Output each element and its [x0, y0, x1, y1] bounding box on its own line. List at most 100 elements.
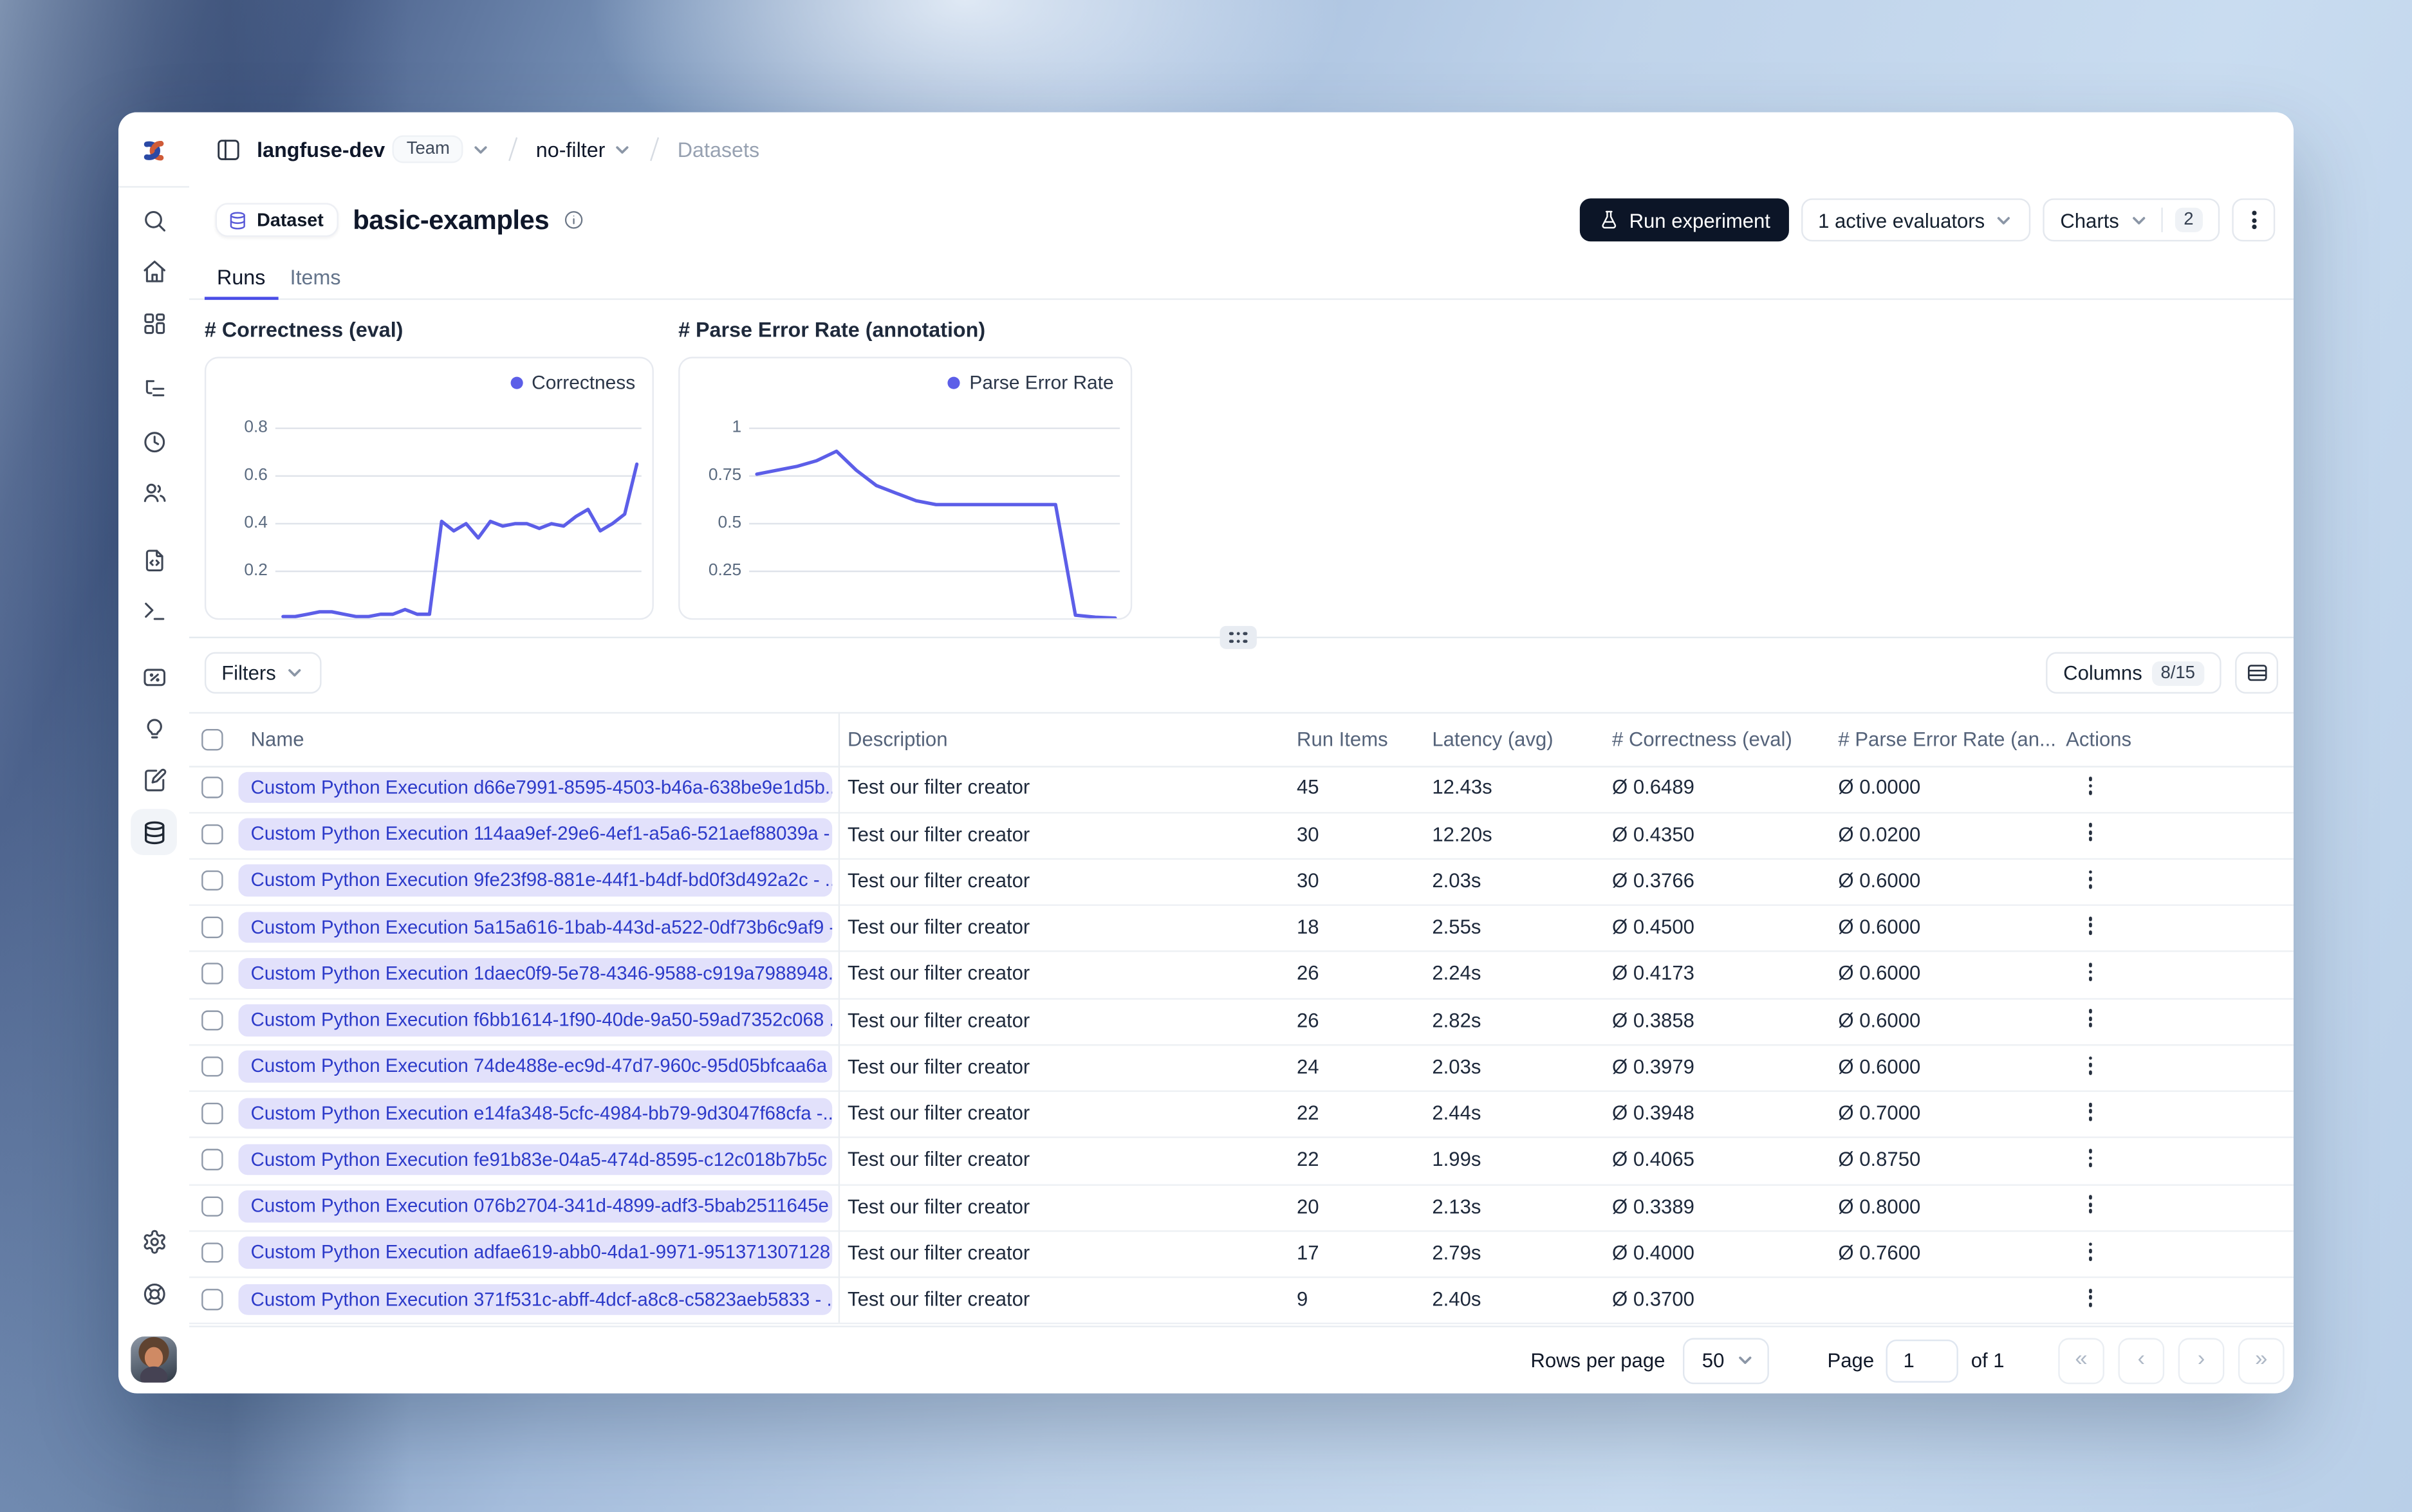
previous-page-button[interactable]: ‹: [2118, 1337, 2165, 1384]
first-page-button[interactable]: «: [2058, 1337, 2104, 1384]
row-actions-button[interactable]: [2078, 820, 2102, 844]
columns-button[interactable]: Columns 8/15: [2046, 652, 2222, 694]
charts-toggle-button[interactable]: Charts 2: [2043, 198, 2220, 242]
sidebar-item-evaluation[interactable]: [135, 658, 172, 695]
row-checkbox[interactable]: [201, 1289, 223, 1310]
select-all-checkbox[interactable]: [201, 729, 223, 750]
row-actions-button[interactable]: [2078, 1286, 2102, 1309]
run-name-link[interactable]: Custom Python Execution f6bb1614-1f90-40…: [238, 1004, 833, 1037]
y-axis-tick-label: 0.25: [708, 560, 742, 579]
page-number-input[interactable]: [1886, 1338, 1959, 1382]
sidebar-item-sessions[interactable]: [135, 423, 172, 459]
sidebar-item-settings[interactable]: [135, 1222, 172, 1259]
sidebar-item-tracing[interactable]: [135, 371, 172, 407]
column-header-latency: Latency (avg): [1432, 727, 1554, 751]
latency-value: 12.43s: [1432, 775, 1492, 799]
last-page-button[interactable]: »: [2238, 1337, 2285, 1384]
run-description: Test our filter creator: [848, 1008, 1030, 1031]
column-header-actions: Actions: [2066, 727, 2132, 751]
table-header-row: Name Description Run Items Latency (avg)…: [189, 712, 2294, 768]
y-axis-tick-label: 0.2: [244, 560, 268, 579]
sidebar-collapse-icon[interactable]: [216, 136, 242, 163]
sidebar-item-users[interactable]: [135, 474, 172, 510]
row-checkbox[interactable]: [201, 1056, 223, 1077]
row-checkbox[interactable]: [201, 777, 223, 798]
row-actions-button[interactable]: [2078, 867, 2102, 891]
run-name-link[interactable]: Custom Python Execution 076b2704-341d-48…: [238, 1190, 833, 1222]
sidebar-item-prompts[interactable]: [135, 541, 172, 578]
sidebar-item-playground[interactable]: [135, 592, 172, 629]
row-actions-button[interactable]: [2078, 1100, 2102, 1123]
row-actions-button[interactable]: [2078, 1239, 2102, 1263]
parse-error-value: Ø 0.6000: [1838, 1008, 1921, 1031]
filters-button[interactable]: Filters: [204, 652, 322, 694]
row-checkbox[interactable]: [201, 870, 223, 891]
sidebar-item-search[interactable]: [135, 201, 172, 238]
active-evaluators-button[interactable]: 1 active evaluators: [1801, 198, 2031, 242]
row-actions-button[interactable]: [2078, 1006, 2102, 1030]
run-name-link[interactable]: Custom Python Execution 371f531c-abff-4d…: [238, 1283, 833, 1315]
row-checkbox[interactable]: [201, 1195, 223, 1217]
sidebar-item-support[interactable]: [135, 1275, 172, 1312]
row-checkbox[interactable]: [201, 824, 223, 845]
name-column-divider: [838, 712, 840, 1323]
row-checkbox[interactable]: [201, 1102, 223, 1124]
row-actions-button[interactable]: [2078, 914, 2102, 937]
langfuse-logo-icon[interactable]: [138, 138, 169, 163]
user-avatar[interactable]: [131, 1336, 177, 1383]
next-page-button[interactable]: ›: [2178, 1337, 2225, 1384]
tab-runs[interactable]: Runs: [204, 261, 278, 300]
flask-icon: [1602, 210, 1617, 229]
breadcrumb-section[interactable]: Datasets: [678, 138, 759, 161]
row-checkbox[interactable]: [201, 1149, 223, 1170]
row-actions-button[interactable]: [2078, 774, 2102, 798]
table-row: Custom Python Execution 1daec0f9-5e78-43…: [189, 951, 2294, 999]
run-name-link[interactable]: Custom Python Execution 9fe23f98-881e-44…: [238, 865, 833, 897]
run-name-link[interactable]: Custom Python Execution 74de488e-ec9d-47…: [238, 1051, 833, 1083]
sidebar-item-datasets[interactable]: [131, 809, 177, 856]
run-description: Test our filter creator: [848, 1055, 1030, 1078]
row-actions-button[interactable]: [2078, 960, 2102, 984]
columns-label: Columns: [2063, 661, 2142, 685]
correctness-value: Ø 0.3979: [1612, 1055, 1694, 1078]
sidebar-item-home[interactable]: [135, 252, 172, 289]
y-axis-tick-label: 0.8: [244, 417, 268, 436]
resize-handle[interactable]: [1220, 625, 1257, 649]
rows-per-page-select[interactable]: 50: [1684, 1337, 1769, 1384]
run-items-value: 18: [1297, 915, 1319, 939]
sidebar-item-dashboards[interactable]: [135, 304, 172, 341]
row-checkbox[interactable]: [201, 1010, 223, 1031]
run-name-link[interactable]: Custom Python Execution e14fa348-5cfc-49…: [238, 1097, 833, 1129]
tab-items[interactable]: Items: [277, 261, 353, 298]
run-description: Test our filter creator: [848, 1240, 1030, 1264]
chart-legend: Parse Error Rate: [947, 372, 1114, 394]
latency-value: 2.24s: [1432, 961, 1481, 985]
breadcrumb-project[interactable]: langfuse-dev Team: [257, 135, 491, 163]
row-actions-button[interactable]: [2078, 1193, 2102, 1217]
latency-value: 2.03s: [1432, 868, 1481, 892]
columns-count-badge: 8/15: [2151, 660, 2205, 685]
info-icon[interactable]: [563, 209, 584, 230]
run-description: Test our filter creator: [848, 1101, 1030, 1125]
row-actions-button[interactable]: [2078, 1053, 2102, 1077]
parse-error-value: Ø 0.0200: [1838, 822, 1921, 845]
run-name-link[interactable]: Custom Python Execution 1daec0f9-5e78-43…: [238, 957, 833, 990]
sidebar-item-insights[interactable]: [135, 710, 172, 747]
run-name-link[interactable]: Custom Python Execution adfae619-abb0-4d…: [238, 1237, 833, 1269]
run-name-link[interactable]: Custom Python Execution 5a15a616-1bab-44…: [238, 911, 833, 943]
sidebar-item-annotation[interactable]: [135, 761, 172, 798]
run-experiment-button[interactable]: Run experiment: [1580, 198, 1789, 242]
run-name-link[interactable]: Custom Python Execution 114aa9ef-29e6-4e…: [238, 818, 833, 850]
row-actions-button[interactable]: [2078, 1146, 2102, 1170]
latency-value: 2.40s: [1432, 1287, 1481, 1311]
row-checkbox[interactable]: [201, 1242, 223, 1264]
parse-error-chart: Parse Error Rate 1 0.75 0.5 0.25: [678, 356, 1133, 620]
page-actions-button[interactable]: [2232, 198, 2276, 242]
row-checkbox[interactable]: [201, 916, 223, 937]
row-checkbox[interactable]: [201, 963, 223, 984]
breadcrumb-environment[interactable]: no-filter: [536, 138, 633, 161]
run-name-link[interactable]: Custom Python Execution fe91b83e-04a5-47…: [238, 1144, 833, 1176]
run-name-link[interactable]: Custom Python Execution d66e7991-8595-45…: [238, 771, 833, 804]
row-height-button[interactable]: [2235, 652, 2279, 694]
chevron-down-icon: [617, 145, 629, 153]
